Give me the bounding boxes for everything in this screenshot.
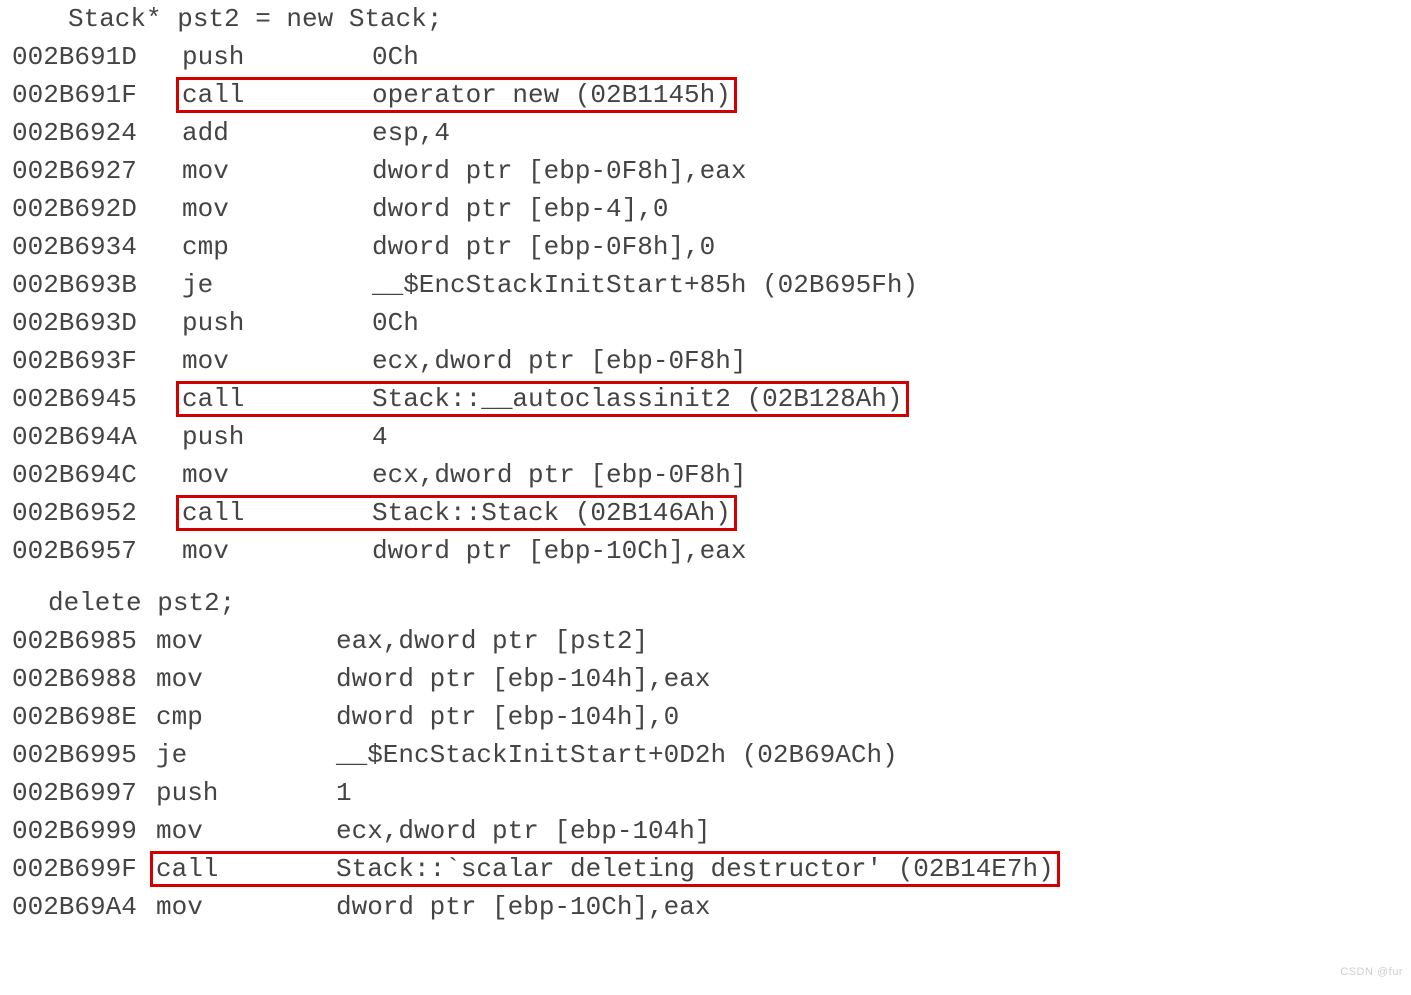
address: 002B6997 <box>12 774 134 812</box>
mnemonic: cmp <box>156 698 336 736</box>
disassembly-block-1: 002B691Dpush0Ch002B691Fcalloperator new … <box>12 38 1399 570</box>
mnemonic: call <box>156 850 336 888</box>
asm-line: 002B698E cmpdword ptr [ebp-104h],0 <box>12 698 1399 736</box>
asm-line: 002B6988 movdword ptr [ebp-104h],eax <box>12 660 1399 698</box>
mnemonic: je <box>156 736 336 774</box>
operands: Stack::__autoclassinit2 (02B128Ah) <box>372 380 903 418</box>
mnemonic: push <box>182 418 372 456</box>
asm-line: 002B693F movecx,dword ptr [ebp-0F8h] <box>12 342 1399 380</box>
mnemonic: cmp <box>182 228 372 266</box>
operands: ecx,dword ptr [ebp-0F8h] <box>372 342 746 380</box>
asm-line: 002B693B je__$EncStackInitStart+85h (02B6… <box>12 266 1399 304</box>
mnemonic: push <box>182 38 372 76</box>
operands: ecx,dword ptr [ebp-104h] <box>336 812 710 850</box>
mnemonic: add <box>182 114 372 152</box>
operands: dword ptr [ebp-0F8h],0 <box>372 228 715 266</box>
address: 002B693B <box>12 266 142 304</box>
asm-line: 002B6957 movdword ptr [ebp-10Ch],eax <box>12 532 1399 570</box>
operands: eax,dword ptr [pst2] <box>336 622 648 660</box>
asm-line: 002B6995 je__$EncStackInitStart+0D2h (02B… <box>12 736 1399 774</box>
operands: dword ptr [ebp-104h],0 <box>336 698 679 736</box>
mnemonic: mov <box>182 190 372 228</box>
source-line-1: Stack* pst2 = new Stack; <box>12 0 1399 38</box>
address: 002B693D <box>12 304 142 342</box>
address: 002B6924 <box>12 114 142 152</box>
address: 002B6995 <box>12 736 134 774</box>
address: 002B694C <box>12 456 142 494</box>
mnemonic: je <box>182 266 372 304</box>
operands: dword ptr [ebp-4],0 <box>372 190 668 228</box>
asm-line: 002B693D push0Ch <box>12 304 1399 342</box>
asm-line: 002B6952 callStack::Stack (02B146Ah) <box>12 494 1399 532</box>
address: 002B693F <box>12 342 142 380</box>
mnemonic: push <box>156 774 336 812</box>
mnemonic: mov <box>156 622 336 660</box>
asm-line: 002B6924 addesp,4 <box>12 114 1399 152</box>
operands: Stack::Stack (02B146Ah) <box>372 494 731 532</box>
address: 002B6927 <box>12 152 142 190</box>
source-line-2: delete pst2; <box>12 584 1399 622</box>
mnemonic: mov <box>182 152 372 190</box>
address: 002B692D <box>12 190 142 228</box>
mnemonic: call <box>182 380 372 418</box>
operands: 0Ch <box>372 38 419 76</box>
address: 002B694A <box>12 418 142 456</box>
asm-line: 002B6999 movecx,dword ptr [ebp-104h] <box>12 812 1399 850</box>
operands: dword ptr [ebp-0F8h],eax <box>372 152 746 190</box>
asm-line: 002B691F calloperator new (02B1145h) <box>12 76 1399 114</box>
address: 002B6934 <box>12 228 142 266</box>
address: 002B69A4 <box>12 888 134 926</box>
asm-line: 002B6945 callStack::__autoclassinit2 (02B… <box>12 380 1399 418</box>
mnemonic: call <box>182 494 372 532</box>
address: 002B6952 <box>12 494 142 532</box>
address: 002B698E <box>12 698 134 736</box>
operands: 4 <box>372 418 388 456</box>
operands: operator new (02B1145h) <box>372 76 731 114</box>
disassembly-block-2: 002B6985moveax,dword ptr [pst2]002B6988m… <box>12 622 1399 926</box>
watermark: CSDN @fur <box>1340 953 1403 991</box>
mnemonic: mov <box>182 342 372 380</box>
asm-line: 002B692D movdword ptr [ebp-4],0 <box>12 190 1399 228</box>
asm-line: 002B69A4 movdword ptr [ebp-10Ch],eax <box>12 888 1399 926</box>
asm-line: 002B691D push0Ch <box>12 38 1399 76</box>
asm-line: 002B694A push4 <box>12 418 1399 456</box>
operands: esp,4 <box>372 114 450 152</box>
address: 002B6985 <box>12 622 134 660</box>
address: 002B6945 <box>12 380 142 418</box>
asm-line: 002B6934 cmpdword ptr [ebp-0F8h],0 <box>12 228 1399 266</box>
operands: ecx,dword ptr [ebp-0F8h] <box>372 456 746 494</box>
operands: dword ptr [ebp-10Ch],eax <box>336 888 710 926</box>
asm-line: 002B6997 push1 <box>12 774 1399 812</box>
operands: 0Ch <box>372 304 419 342</box>
mnemonic: mov <box>156 888 336 926</box>
mnemonic: mov <box>182 456 372 494</box>
address: 002B6999 <box>12 812 134 850</box>
operands: __$EncStackInitStart+0D2h (02B69ACh) <box>336 736 898 774</box>
operands: dword ptr [ebp-104h],eax <box>336 660 710 698</box>
mnemonic: push <box>182 304 372 342</box>
address: 002B699F <box>12 850 134 888</box>
operands: __$EncStackInitStart+85h (02B695Fh) <box>372 266 918 304</box>
asm-line: 002B699F callStack::`scalar deleting dest… <box>12 850 1399 888</box>
mnemonic: mov <box>182 532 372 570</box>
operands: Stack::`scalar deleting destructor' (02B… <box>336 850 1054 888</box>
mnemonic: call <box>182 76 372 114</box>
asm-line: 002B6927 movdword ptr [ebp-0F8h],eax <box>12 152 1399 190</box>
asm-line: 002B6985 moveax,dword ptr [pst2] <box>12 622 1399 660</box>
operands: dword ptr [ebp-10Ch],eax <box>372 532 746 570</box>
address: 002B691F <box>12 76 142 114</box>
mnemonic: mov <box>156 660 336 698</box>
mnemonic: mov <box>156 812 336 850</box>
operands: 1 <box>336 774 352 812</box>
address: 002B6957 <box>12 532 142 570</box>
address: 002B6988 <box>12 660 134 698</box>
address: 002B691D <box>12 38 142 76</box>
asm-line: 002B694C movecx,dword ptr [ebp-0F8h] <box>12 456 1399 494</box>
